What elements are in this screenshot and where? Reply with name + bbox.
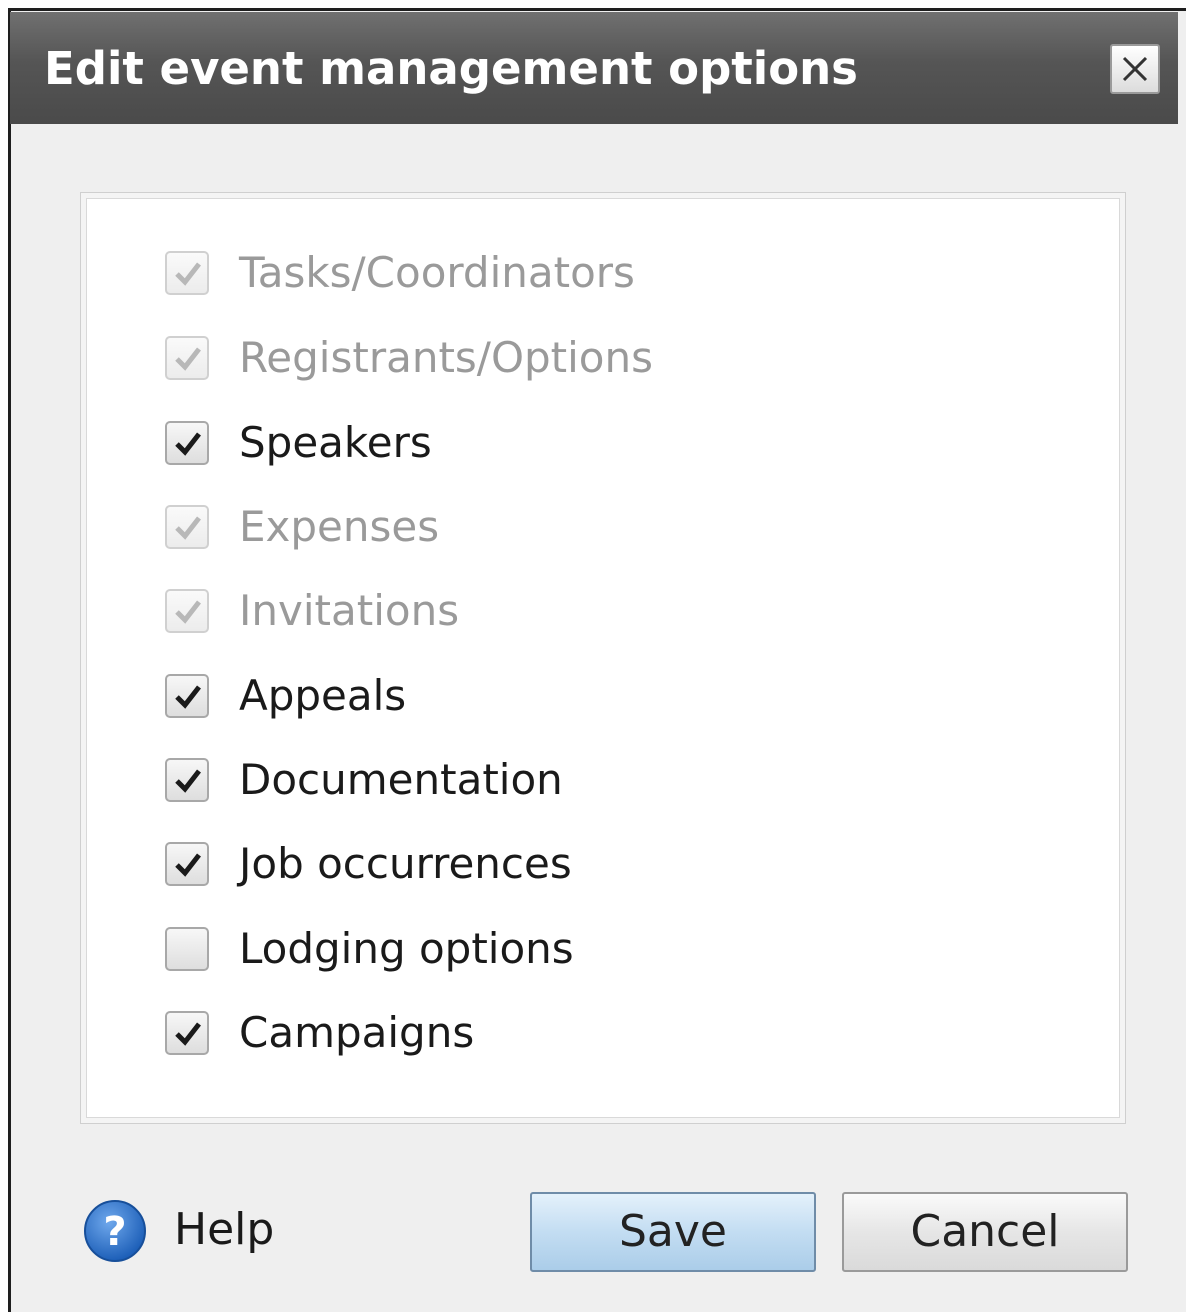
check-icon	[175, 1022, 201, 1046]
option-tasks-coordinators[interactable]: Tasks/Coordinators	[165, 245, 765, 305]
option-label: Tasks/Coordinators	[239, 248, 635, 297]
check-icon	[175, 347, 201, 371]
help-link[interactable]: ? Help	[82, 1198, 302, 1262]
checkbox[interactable]	[165, 1011, 209, 1055]
save-button[interactable]: Save	[530, 1192, 816, 1272]
close-icon	[1122, 56, 1148, 82]
option-speakers[interactable]: Speakers	[165, 415, 765, 475]
option-job-occurrences[interactable]: Job occurrences	[165, 836, 765, 896]
options-panel: Tasks/Coordinators Registrants/Options S…	[80, 192, 1126, 1124]
help-icon: ?	[84, 1200, 146, 1262]
option-lodging-options[interactable]: Lodging options	[165, 921, 765, 981]
checkbox[interactable]	[165, 251, 209, 295]
cancel-button[interactable]: Cancel	[842, 1192, 1128, 1272]
checkbox[interactable]	[165, 336, 209, 380]
check-icon	[175, 262, 201, 286]
option-label: Appeals	[239, 671, 407, 720]
check-icon	[175, 769, 201, 793]
dialog-title: Edit event management options	[44, 42, 858, 95]
option-label: Registrants/Options	[239, 333, 653, 382]
option-expenses[interactable]: Expenses	[165, 499, 765, 559]
checkbox[interactable]	[165, 674, 209, 718]
check-icon	[175, 853, 201, 877]
option-label: Documentation	[239, 755, 563, 804]
option-registrants-options[interactable]: Registrants/Options	[165, 330, 765, 390]
checkbox[interactable]	[165, 842, 209, 886]
check-icon	[175, 432, 201, 456]
option-documentation[interactable]: Documentation	[165, 752, 765, 812]
option-label: Speakers	[239, 418, 432, 467]
option-label: Lodging options	[239, 924, 574, 973]
checkbox[interactable]	[165, 927, 209, 971]
check-icon	[175, 600, 201, 624]
dialog-title-bar: Edit event management options	[10, 12, 1178, 124]
option-label: Invitations	[239, 586, 460, 635]
option-campaigns[interactable]: Campaigns	[165, 1005, 765, 1065]
option-invitations[interactable]: Invitations	[165, 583, 765, 643]
option-label: Job occurrences	[239, 839, 572, 888]
checkbox[interactable]	[165, 421, 209, 465]
checkbox[interactable]	[165, 758, 209, 802]
svg-text:?: ?	[103, 1209, 126, 1255]
help-label: Help	[174, 1204, 275, 1255]
option-label: Expenses	[239, 502, 440, 551]
option-label: Campaigns	[239, 1008, 475, 1057]
checkbox[interactable]	[165, 505, 209, 549]
check-icon	[175, 685, 201, 709]
option-appeals[interactable]: Appeals	[165, 668, 765, 728]
close-button[interactable]	[1110, 44, 1160, 94]
checkbox[interactable]	[165, 589, 209, 633]
check-icon	[175, 516, 201, 540]
